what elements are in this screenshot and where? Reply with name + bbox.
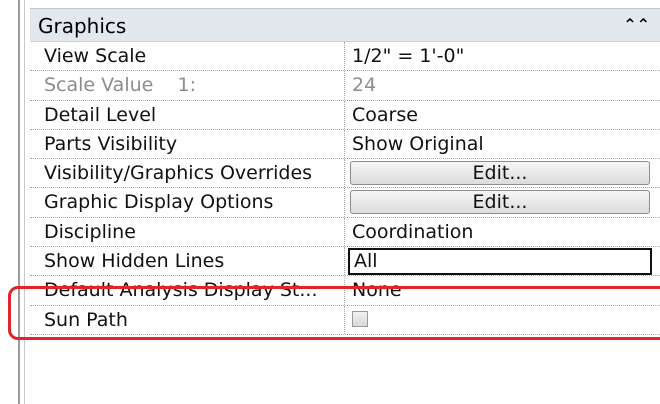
properties-panel: Graphics ⌃⌃ View Scale 1/2" = 1'-0" Scal… <box>30 0 660 404</box>
column-divider <box>344 247 345 276</box>
column-divider <box>344 129 345 159</box>
column-divider <box>344 188 345 217</box>
property-name: Scale Value 1: <box>44 74 196 97</box>
property-name: View Scale <box>44 45 147 67</box>
property-row-sun-path[interactable]: Sun Path <box>30 305 660 335</box>
property-name: Discipline <box>44 220 136 243</box>
property-row-parts-visibility[interactable]: Parts Visibility Show Original <box>30 129 660 160</box>
property-row-show-hidden-lines[interactable]: Show Hidden Lines All <box>30 247 660 277</box>
sun-path-checkbox[interactable] <box>352 310 368 327</box>
collapse-icon[interactable]: ⌃⌃ <box>623 15 650 34</box>
show-hidden-lines-field[interactable]: All <box>348 248 652 276</box>
gutter-line <box>24 0 25 404</box>
property-name: Detail Level <box>44 103 157 126</box>
property-value[interactable]: Show Original <box>352 133 484 155</box>
column-divider <box>344 276 345 305</box>
property-name: Visibility/Graphics Overrides <box>44 162 313 185</box>
property-value[interactable]: Coarse <box>352 104 418 126</box>
property-row-default-analysis-display-style[interactable]: Default Analysis Display St... None <box>30 276 660 306</box>
property-row-detail-level[interactable]: Detail Level Coarse <box>30 100 660 130</box>
property-row-view-scale[interactable]: View Scale 1/2" = 1'-0" <box>30 42 660 72</box>
property-name: Default Analysis Display St... <box>44 279 318 302</box>
property-value: 24 <box>352 74 377 97</box>
column-divider <box>344 71 345 100</box>
column-divider <box>344 42 345 71</box>
property-rows: View Scale 1/2" = 1'-0" Scale Value 1: 2… <box>30 42 660 335</box>
edit-button[interactable]: Edit... <box>350 161 650 186</box>
property-name: Show Hidden Lines <box>44 250 225 273</box>
column-divider <box>344 100 345 129</box>
edit-button[interactable]: Edit... <box>350 190 650 215</box>
property-row-discipline[interactable]: Discipline Coordination <box>30 217 660 248</box>
column-divider <box>344 159 345 188</box>
property-row-visibility-graphics-overrides: Visibility/Graphics Overrides Edit... <box>30 159 660 189</box>
property-value[interactable]: Coordination <box>352 221 473 243</box>
gutter-line <box>18 0 20 404</box>
property-value[interactable]: 1/2" = 1'-0" <box>352 45 464 67</box>
property-name: Sun Path <box>44 308 128 331</box>
column-divider <box>344 305 345 334</box>
property-name: Graphic Display Options <box>44 191 274 214</box>
group-title: Graphics <box>38 14 127 38</box>
property-name: Parts Visibility <box>44 132 178 155</box>
left-gutter <box>0 0 30 404</box>
group-header-graphics[interactable]: Graphics ⌃⌃ <box>30 8 660 42</box>
column-divider <box>344 217 345 247</box>
property-value[interactable]: None <box>352 279 402 301</box>
property-row-graphic-display-options: Graphic Display Options Edit... <box>30 188 660 218</box>
properties-window: Graphics ⌃⌃ View Scale 1/2" = 1'-0" Scal… <box>0 0 660 404</box>
property-row-scale-value: Scale Value 1: 24 <box>30 71 660 101</box>
